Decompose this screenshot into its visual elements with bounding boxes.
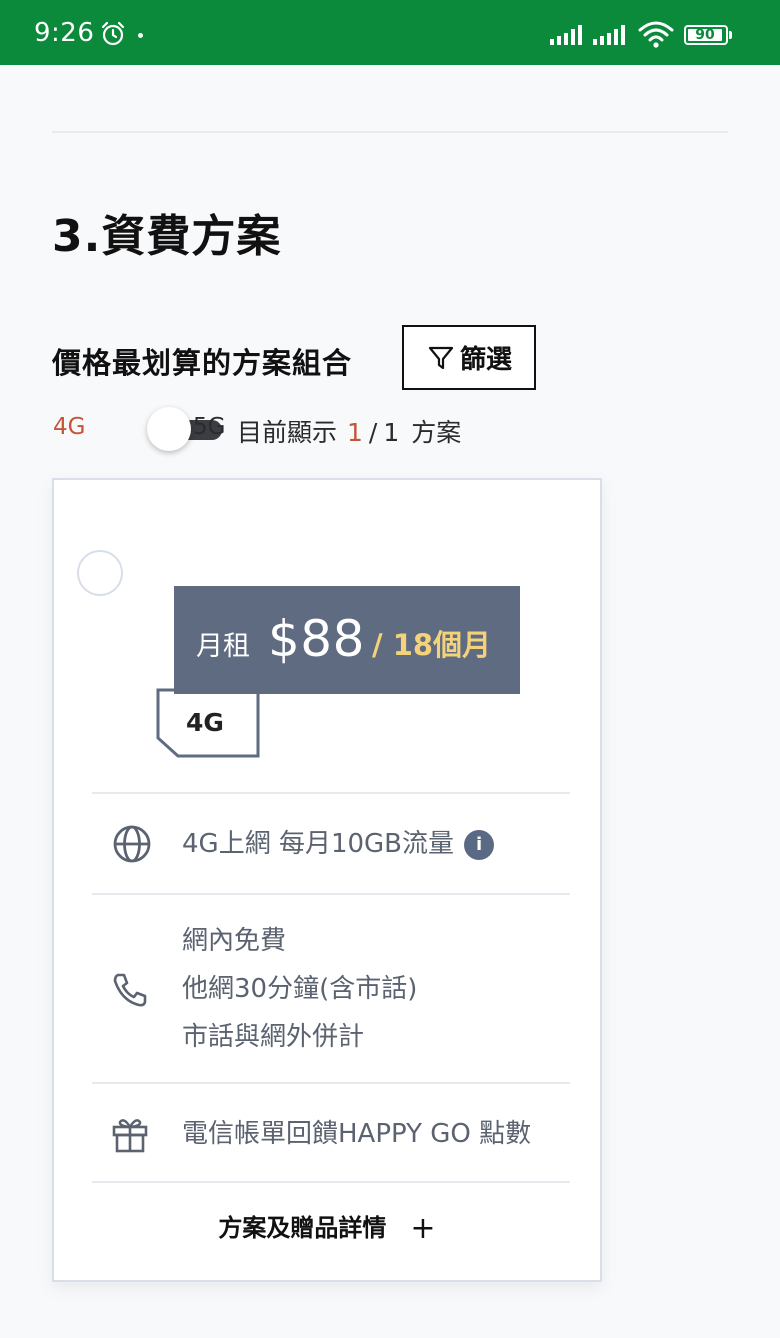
price-tag: 月租 $88 / 18個月 (174, 586, 520, 694)
section-title: 3.資費方案 (52, 211, 282, 262)
top-divider (52, 131, 728, 133)
toggle-knob[interactable] (147, 407, 191, 451)
plus-icon: + (410, 1211, 436, 1246)
current-count: 1 (347, 418, 363, 447)
status-time: 9:26 (34, 18, 95, 48)
details-label: 方案及贈品詳情 (218, 1214, 387, 1242)
showing-prefix: 目前顯示 (237, 418, 338, 447)
wifi-icon (638, 21, 674, 48)
status-bar: 9:26 90 (0, 0, 780, 65)
funnel-icon (428, 346, 454, 369)
battery-icon: 90 (684, 25, 728, 45)
feature-voice-line-2: 他網30分鐘(含市話) (182, 974, 418, 1004)
notification-dot (138, 33, 143, 38)
total-count: 1 (383, 418, 400, 447)
plan-select-radio[interactable] (77, 550, 123, 596)
count-separator: / (368, 418, 378, 447)
battery-level: 90 (695, 27, 715, 43)
globe-icon (113, 825, 151, 863)
card-divider (92, 1082, 570, 1084)
card-divider (92, 792, 570, 794)
price-period: / 18個月 (372, 628, 492, 662)
card-divider (92, 1181, 570, 1183)
gift-icon (112, 1119, 148, 1153)
count-unit: 方案 (411, 418, 462, 447)
toggle-label-5g[interactable]: 5G (193, 414, 225, 440)
filter-label: 篩選 (459, 345, 512, 375)
feature-data-text: 4G上網 每月10GB流量 (182, 829, 455, 859)
feature-data: 4G上網 每月10GB流量 i (182, 820, 495, 868)
feature-voice: 網內免費 他網30分鐘(含市話) 市話與網外併計 (182, 917, 417, 1061)
price-prefix: 月租 (196, 631, 250, 662)
signal-icon (550, 25, 582, 45)
phone-icon (113, 973, 147, 1007)
battery-tip (729, 31, 732, 39)
feature-voice-line-1: 網內免費 (182, 926, 287, 956)
alarm-icon (101, 21, 125, 46)
feature-voice-line-3: 市話與網外併計 (182, 1022, 365, 1052)
plan-card[interactable]: 月租 $88 / 18個月 4G 4G上網 每月10GB流量 i 網內免費 他網3… (52, 478, 602, 1282)
plan-details-toggle[interactable]: 方案及贈品詳情 + (54, 1208, 600, 1256)
toggle-label-4g[interactable]: 4G (53, 414, 85, 440)
feature-reward: 電信帳單回饋HAPPY GO 點數 (182, 1119, 532, 1149)
combo-title: 價格最划算的方案組合 (52, 346, 353, 380)
plan-count: 目前顯示 1/1 方案 (237, 413, 461, 449)
network-toggle-row: 4G 5G 目前顯示 1/1 方案 (52, 407, 652, 452)
price-amount: $88 (268, 610, 365, 668)
signal-icon (593, 25, 625, 45)
info-icon[interactable]: i (464, 830, 495, 860)
card-divider (92, 893, 570, 895)
filter-button[interactable]: 篩選 (402, 325, 536, 390)
network-badge: 4G (186, 708, 224, 737)
